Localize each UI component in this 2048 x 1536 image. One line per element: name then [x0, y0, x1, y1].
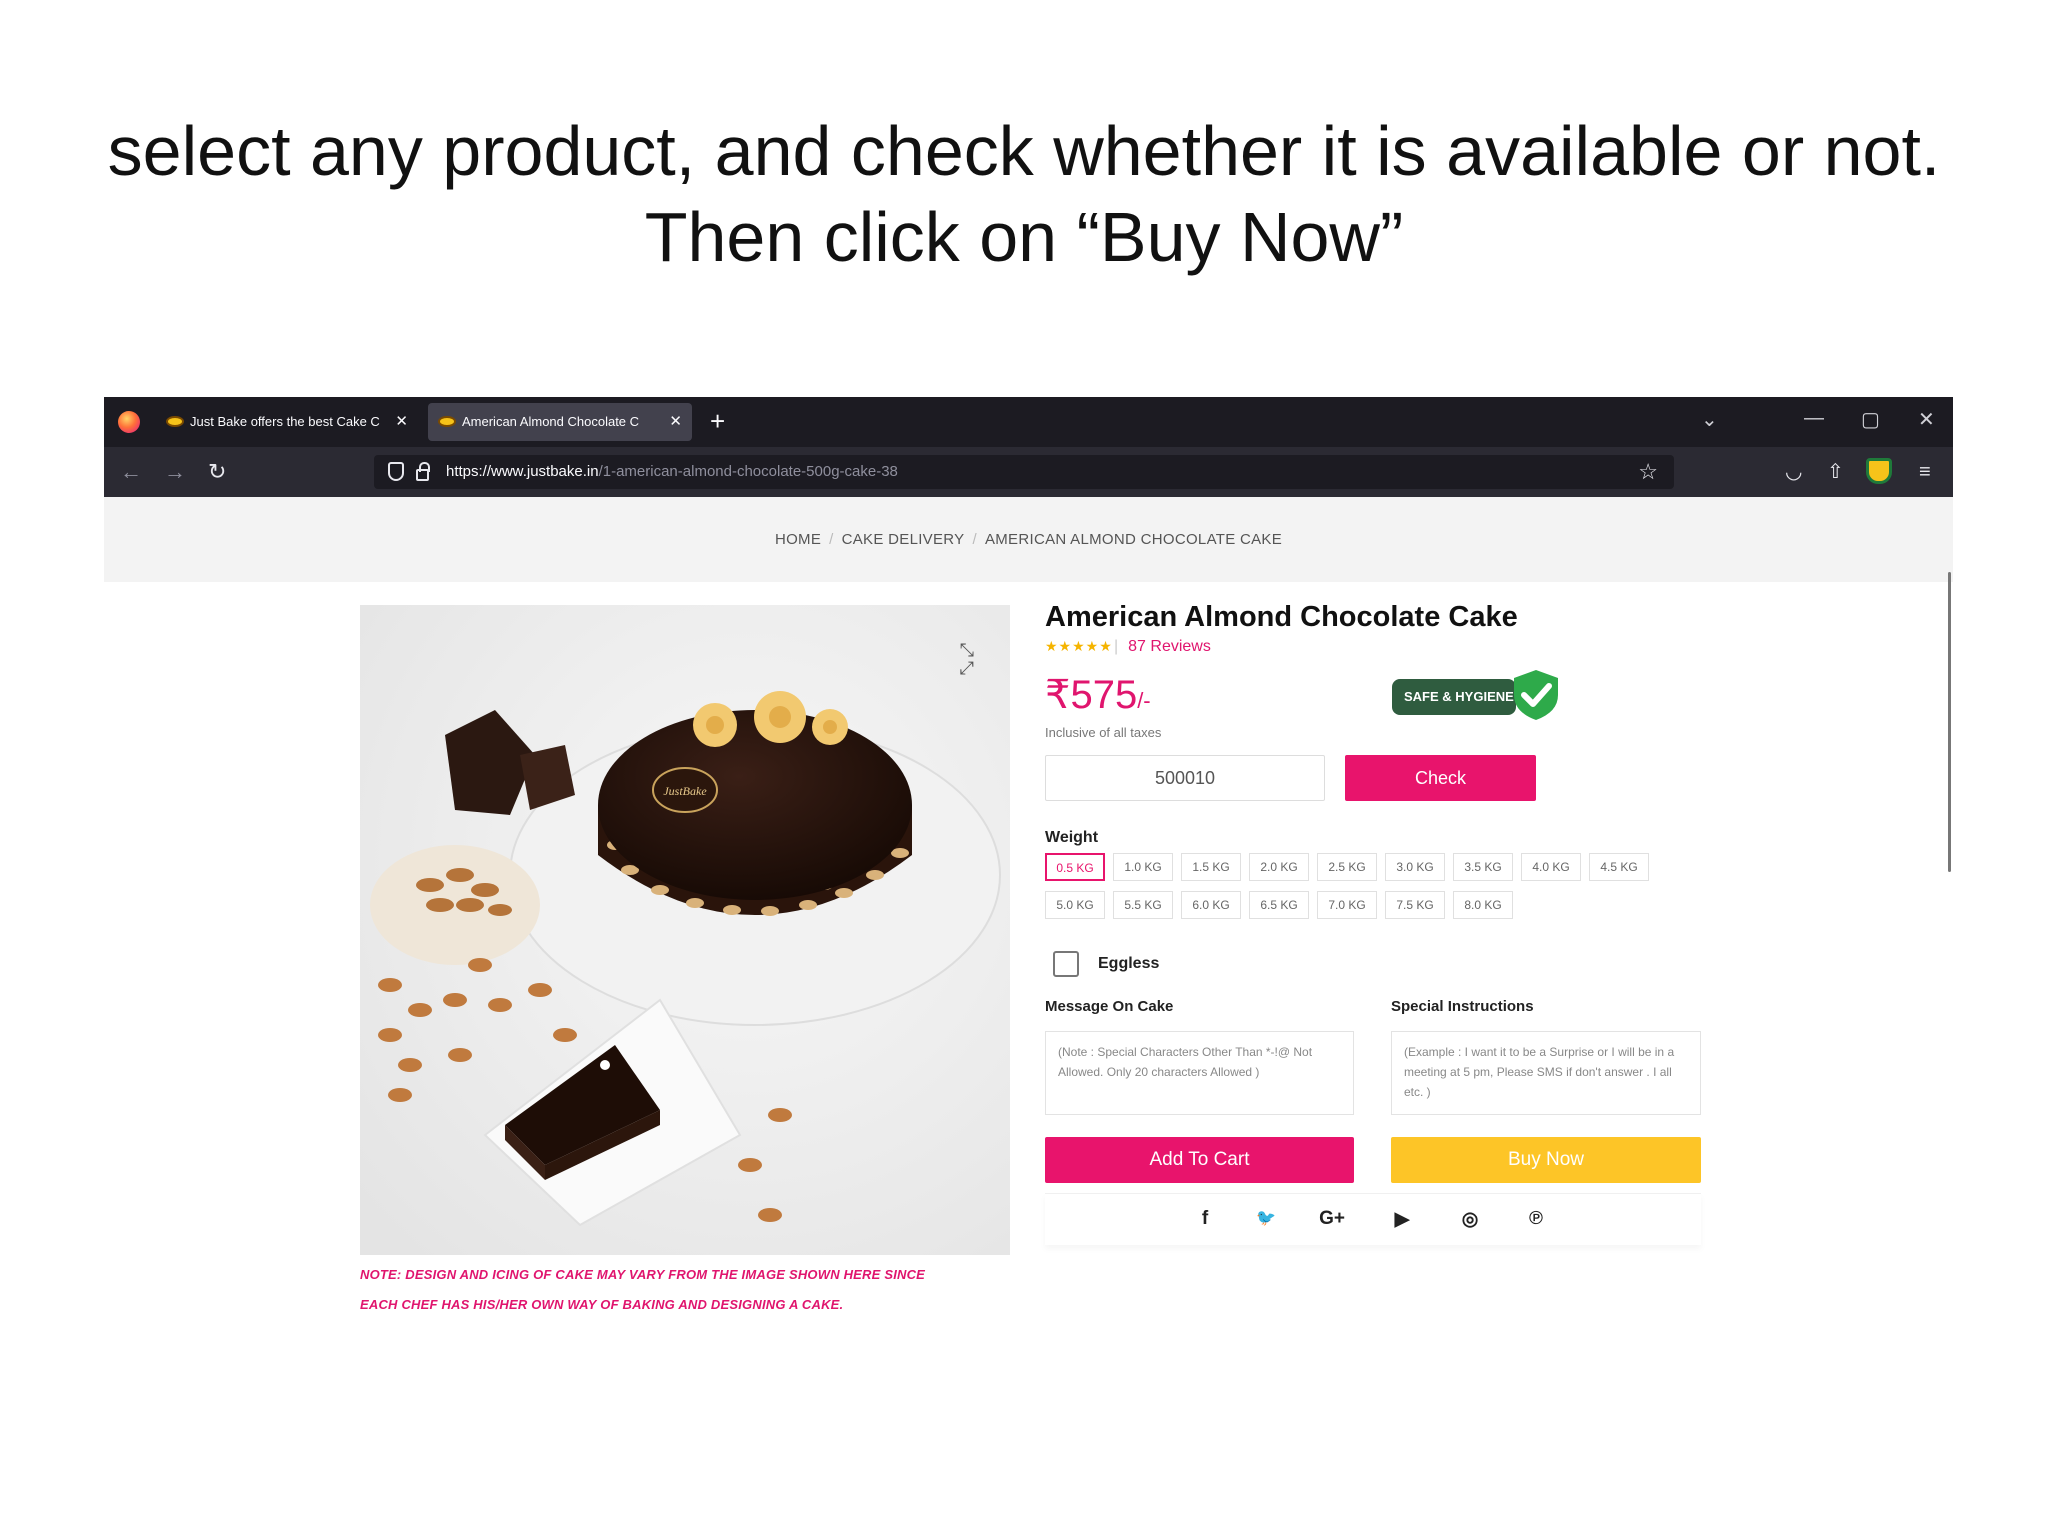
cake-photo: JustBake [360, 605, 1010, 1255]
breadcrumb: HOME / CAKE DELIVERY / AMERICAN ALMOND CHOCO… [104, 497, 1953, 582]
cake-logo-text: JustBake [663, 784, 707, 798]
weight-option[interactable]: 6.0 KG [1181, 891, 1241, 919]
back-icon[interactable]: ← [120, 459, 142, 485]
weight-option[interactable]: 2.0 KG [1249, 853, 1309, 881]
weight-option[interactable]: 2.5 KG [1317, 853, 1377, 881]
justbake-extension-icon[interactable] [1866, 458, 1892, 484]
pinterest-icon[interactable]: ℗ [1521, 1208, 1551, 1230]
product-title: American Almond Chocolate Cake [1045, 601, 1518, 633]
justbake-favicon-icon [438, 416, 456, 427]
facebook-icon[interactable]: f [1190, 1208, 1220, 1230]
weight-option[interactable]: 5.0 KG [1045, 891, 1105, 919]
add-to-cart-button[interactable]: Add To Cart [1045, 1137, 1354, 1183]
weight-option[interactable]: 5.5 KG [1113, 891, 1173, 919]
browser-screenshot: Just Bake offers the best Cake C ✕ Ameri… [104, 397, 1953, 1330]
instruction-line-1: select any product, and check whether it… [107, 112, 1941, 190]
instagram-icon[interactable]: ◎ [1455, 1208, 1485, 1231]
expand-image-icon[interactable]: ⤡ ⤢ [960, 641, 976, 677]
url-text[interactable]: https://www.justbake.in/1-american-almon… [446, 455, 898, 489]
product-price: ₹575/- [1045, 673, 1151, 717]
message-label: Message On Cake [1045, 998, 1174, 1015]
weight-option[interactable]: 8.0 KG [1453, 891, 1513, 919]
weight-option[interactable]: 1.5 KG [1181, 853, 1241, 881]
bookmark-star-icon[interactable]: ☆ [1638, 459, 1658, 485]
forward-icon[interactable]: → [164, 459, 186, 485]
breadcrumb-cake-delivery[interactable]: CAKE DELIVERY [842, 531, 965, 548]
weight-option[interactable]: 4.0 KG [1521, 853, 1581, 881]
weight-label: Weight [1045, 829, 1099, 846]
restore-icon[interactable]: ▢ [1861, 407, 1880, 432]
instructions-textarea[interactable]: (Example : I want it to be a Surprise or… [1391, 1031, 1701, 1115]
eggless-label: Eggless [1098, 955, 1160, 972]
weight-option[interactable]: 6.5 KG [1249, 891, 1309, 919]
product-image[interactable]: JustBake ⤡ ⤢ [360, 605, 1010, 1255]
slide-instruction: select any product, and check whether it… [0, 108, 2048, 280]
breadcrumb-current: AMERICAN ALMOND CHOCOLATE CAKE [984, 531, 1283, 548]
address-bar[interactable]: https://www.justbake.in/1-american-almon… [374, 455, 1674, 489]
tab-just-bake[interactable]: Just Bake offers the best Cake C ✕ [156, 403, 418, 441]
weight-option[interactable]: 4.5 KG [1589, 853, 1649, 881]
menu-icon[interactable]: ≡ [1919, 459, 1931, 485]
weight-option[interactable]: 3.5 KG [1453, 853, 1513, 881]
instruction-line-2: Then click on “Buy Now” [644, 198, 1404, 276]
new-tab-button[interactable]: + [710, 405, 725, 437]
page-scrollbar[interactable] [1948, 572, 1951, 872]
safe-hygiene-badge: SAFE & HYGIENE [1392, 679, 1516, 715]
tab-bar: Just Bake offers the best Cake C ✕ Ameri… [104, 397, 1953, 447]
google-plus-icon[interactable]: G+ [1317, 1208, 1347, 1230]
twitter-icon[interactable]: 🐦 [1251, 1208, 1281, 1228]
tax-note: Inclusive of all taxes [1045, 725, 1162, 740]
eggless-checkbox[interactable] [1053, 951, 1079, 977]
extensions-icon[interactable]: ⇧ [1827, 459, 1844, 485]
tracking-shield-icon[interactable] [388, 462, 404, 481]
tab-american-almond[interactable]: American Almond Chocolate C ✕ [428, 403, 692, 441]
minimize-icon[interactable]: — [1804, 407, 1824, 430]
buy-now-button[interactable]: Buy Now [1391, 1137, 1701, 1183]
check-button[interactable]: Check [1345, 755, 1536, 801]
lock-icon[interactable] [416, 462, 430, 481]
breadcrumb-home[interactable]: HOME [775, 531, 821, 548]
image-note: NOTE: DESIGN AND ICING OF CAKE MAY VARY … [360, 1267, 926, 1282]
image-note: EACH CHEF HAS HIS/HER OWN WAY OF BAKING … [360, 1297, 844, 1312]
rating-stars-icon: ★★★★★ [1045, 638, 1113, 654]
pincode-input[interactable] [1045, 755, 1325, 801]
firefox-icon[interactable] [118, 411, 140, 433]
tab-label: American Almond Chocolate C [462, 414, 640, 429]
instructions-label: Special Instructions [1391, 998, 1534, 1015]
social-share-bar: f 🐦 G+ ▶ ◎ ℗ [1045, 1193, 1701, 1245]
close-tab-icon[interactable]: ✕ [395, 403, 408, 441]
justbake-favicon-icon [166, 416, 184, 427]
tab-label: Just Bake offers the best Cake C [190, 414, 380, 429]
pocket-icon[interactable]: ◡ [1785, 459, 1802, 485]
message-textarea[interactable]: (Note : Special Characters Other Than *-… [1045, 1031, 1354, 1115]
weight-option[interactable]: 7.0 KG [1317, 891, 1377, 919]
weight-option[interactable]: 7.5 KG [1385, 891, 1445, 919]
list-tabs-icon[interactable]: ⌄ [1701, 407, 1718, 432]
weight-option[interactable]: 3.0 KG [1385, 853, 1445, 881]
reviews-link[interactable]: | 87 Reviews [1114, 638, 1211, 656]
weight-option[interactable]: 0.5 KG [1045, 853, 1105, 881]
shield-check-icon [1514, 670, 1558, 720]
close-tab-icon[interactable]: ✕ [669, 403, 682, 441]
close-window-icon[interactable]: ✕ [1918, 407, 1935, 432]
reload-icon[interactable]: ↻ [208, 459, 226, 485]
nav-bar: ← → ↻ https://www.justbake.in/1-american… [104, 447, 1953, 497]
youtube-icon[interactable]: ▶ [1387, 1208, 1417, 1231]
weight-option[interactable]: 1.0 KG [1113, 853, 1173, 881]
